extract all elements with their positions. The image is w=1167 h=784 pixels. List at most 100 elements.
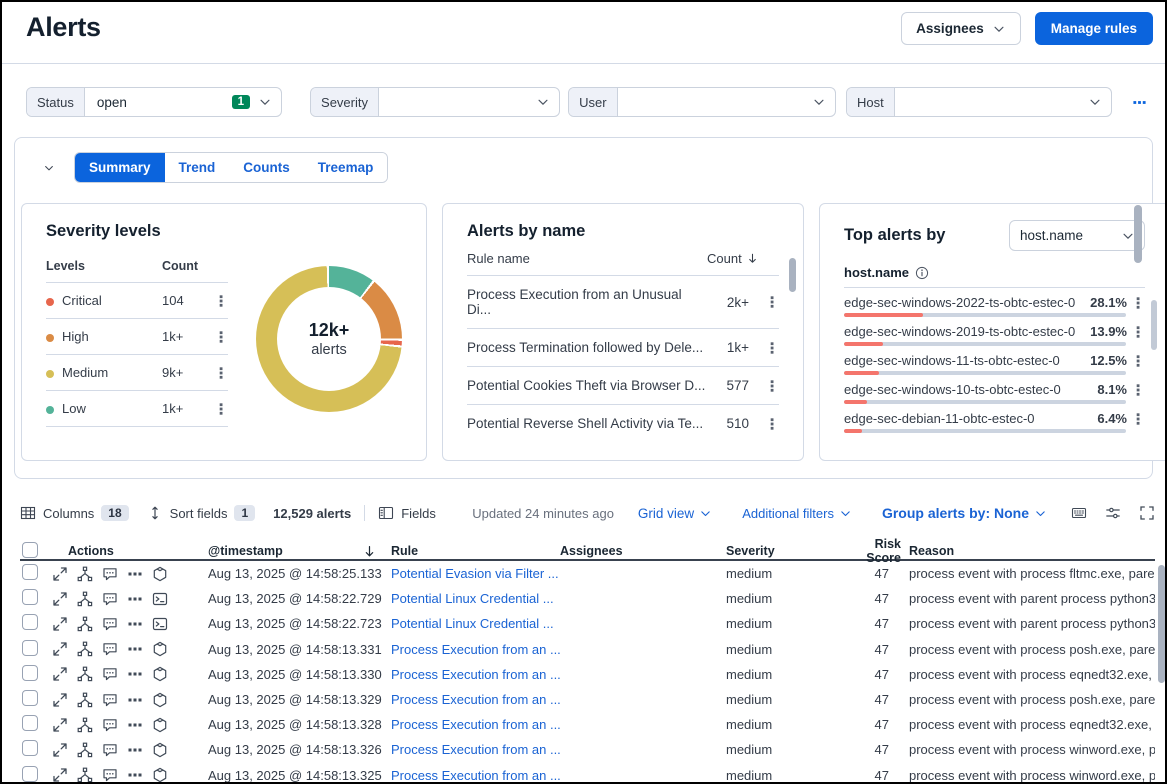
analyze-event-button[interactable]: [77, 742, 93, 758]
row-actions-button[interactable]: [206, 402, 228, 416]
add-note-button[interactable]: [102, 767, 118, 783]
user-filter[interactable]: User: [568, 87, 836, 117]
session-view-button[interactable]: [152, 641, 168, 657]
card-scrollbar[interactable]: [1151, 300, 1157, 350]
row-checkbox[interactable]: [22, 665, 38, 681]
session-view-button[interactable]: [152, 717, 168, 733]
row-actions-button[interactable]: [1127, 412, 1145, 426]
analyze-event-button[interactable]: [77, 666, 93, 682]
more-actions-button[interactable]: [127, 641, 143, 657]
more-filters-button[interactable]: [1126, 94, 1153, 111]
row-actions-button[interactable]: [1127, 354, 1145, 368]
alert-rule-link[interactable]: Potential Evasion via Filter ...: [391, 566, 560, 581]
top-alerts-field-select[interactable]: host.name: [1009, 220, 1145, 251]
session-view-button[interactable]: [152, 692, 168, 708]
alert-rule-link[interactable]: Process Execution from an ...: [391, 642, 560, 657]
tab-summary[interactable]: Summary: [75, 153, 165, 182]
additional-filters-button[interactable]: Additional filters: [736, 505, 858, 522]
add-note-button[interactable]: [102, 566, 118, 582]
table-scrollbar[interactable]: [1158, 565, 1165, 683]
expand-alert-button[interactable]: [52, 717, 68, 733]
alert-rule-link[interactable]: Process Execution from an ...: [391, 667, 560, 682]
more-actions-button[interactable]: [127, 717, 143, 733]
row-actions-button[interactable]: [206, 294, 228, 308]
more-actions-button[interactable]: [127, 666, 143, 682]
row-actions-button[interactable]: [759, 379, 779, 393]
sort-fields-button[interactable]: Sort fields 1: [147, 505, 256, 521]
page-scrollbar[interactable]: [1134, 205, 1142, 263]
col-severity[interactable]: Severity: [726, 544, 841, 558]
add-note-button[interactable]: [102, 591, 118, 607]
row-actions-button[interactable]: [759, 295, 779, 309]
alert-rule-link[interactable]: Potential Linux Credential ...: [391, 591, 560, 606]
add-note-button[interactable]: [102, 666, 118, 682]
session-view-button[interactable]: [152, 591, 168, 607]
analyze-event-button[interactable]: [77, 616, 93, 632]
row-actions-button[interactable]: [759, 341, 779, 355]
expand-alert-button[interactable]: [52, 641, 68, 657]
analyze-event-button[interactable]: [77, 717, 93, 733]
alert-rule-link[interactable]: Potential Linux Credential ...: [391, 616, 560, 631]
more-actions-button[interactable]: [127, 616, 143, 632]
alert-rule-link[interactable]: Process Execution from an ...: [391, 768, 560, 783]
host-filter[interactable]: Host: [846, 87, 1112, 117]
more-actions-button[interactable]: [127, 767, 143, 783]
more-actions-button[interactable]: [127, 566, 143, 582]
session-view-button[interactable]: [152, 566, 168, 582]
row-actions-button[interactable]: [206, 330, 228, 344]
row-checkbox[interactable]: [22, 640, 38, 656]
severity-filter[interactable]: Severity: [310, 87, 560, 117]
row-checkbox[interactable]: [22, 589, 38, 605]
col-timestamp[interactable]: @timestamp: [208, 544, 283, 558]
session-view-button[interactable]: [152, 767, 168, 783]
analyze-event-button[interactable]: [77, 692, 93, 708]
alert-rule-link[interactable]: Process Execution from an ...: [391, 742, 560, 757]
columns-button[interactable]: Columns 18: [20, 505, 129, 521]
add-note-button[interactable]: [102, 742, 118, 758]
row-actions-button[interactable]: [1127, 296, 1145, 310]
add-note-button[interactable]: [102, 717, 118, 733]
expand-alert-button[interactable]: [52, 566, 68, 582]
row-actions-button[interactable]: [1127, 383, 1145, 397]
collapse-summary-button[interactable]: [37, 156, 61, 180]
col-rule[interactable]: Rule: [391, 544, 560, 558]
status-filter[interactable]: Status open 1: [26, 87, 282, 117]
assignees-button[interactable]: Assignees: [901, 12, 1021, 45]
add-note-button[interactable]: [102, 616, 118, 632]
info-icon[interactable]: [915, 266, 929, 280]
analyze-event-button[interactable]: [77, 591, 93, 607]
group-alerts-by-button[interactable]: Group alerts by: None: [876, 504, 1053, 522]
col-count[interactable]: Count: [707, 251, 742, 266]
analyze-event-button[interactable]: [77, 767, 93, 783]
fields-button[interactable]: Fields: [378, 505, 436, 521]
analyze-event-button[interactable]: [77, 641, 93, 657]
analyze-event-button[interactable]: [77, 566, 93, 582]
row-checkbox[interactable]: [22, 614, 38, 630]
add-note-button[interactable]: [102, 692, 118, 708]
expand-alert-button[interactable]: [52, 666, 68, 682]
alert-rule-link[interactable]: Process Execution from an ...: [391, 692, 560, 707]
col-assignees[interactable]: Assignees: [560, 544, 726, 558]
col-reason[interactable]: Reason: [901, 544, 1155, 558]
row-actions-button[interactable]: [1127, 325, 1145, 339]
row-checkbox[interactable]: [22, 766, 38, 782]
grid-view-button[interactable]: Grid view: [632, 505, 718, 522]
tab-counts[interactable]: Counts: [229, 153, 304, 182]
expand-alert-button[interactable]: [52, 692, 68, 708]
fullscreen-button[interactable]: [1139, 505, 1155, 521]
manage-rules-button[interactable]: Manage rules: [1035, 12, 1153, 45]
select-all-checkbox[interactable]: [22, 542, 38, 558]
add-note-button[interactable]: [102, 641, 118, 657]
card-scrollbar[interactable]: [789, 258, 796, 292]
expand-alert-button[interactable]: [52, 616, 68, 632]
more-actions-button[interactable]: [127, 742, 143, 758]
more-actions-button[interactable]: [127, 591, 143, 607]
row-checkbox[interactable]: [22, 715, 38, 731]
row-checkbox[interactable]: [22, 690, 38, 706]
severity-donut-chart[interactable]: 12k+ alerts: [256, 266, 402, 412]
expand-alert-button[interactable]: [52, 591, 68, 607]
display-options-button[interactable]: [1105, 505, 1121, 521]
row-checkbox[interactable]: [22, 564, 38, 580]
session-view-button[interactable]: [152, 616, 168, 632]
row-checkbox[interactable]: [22, 740, 38, 756]
